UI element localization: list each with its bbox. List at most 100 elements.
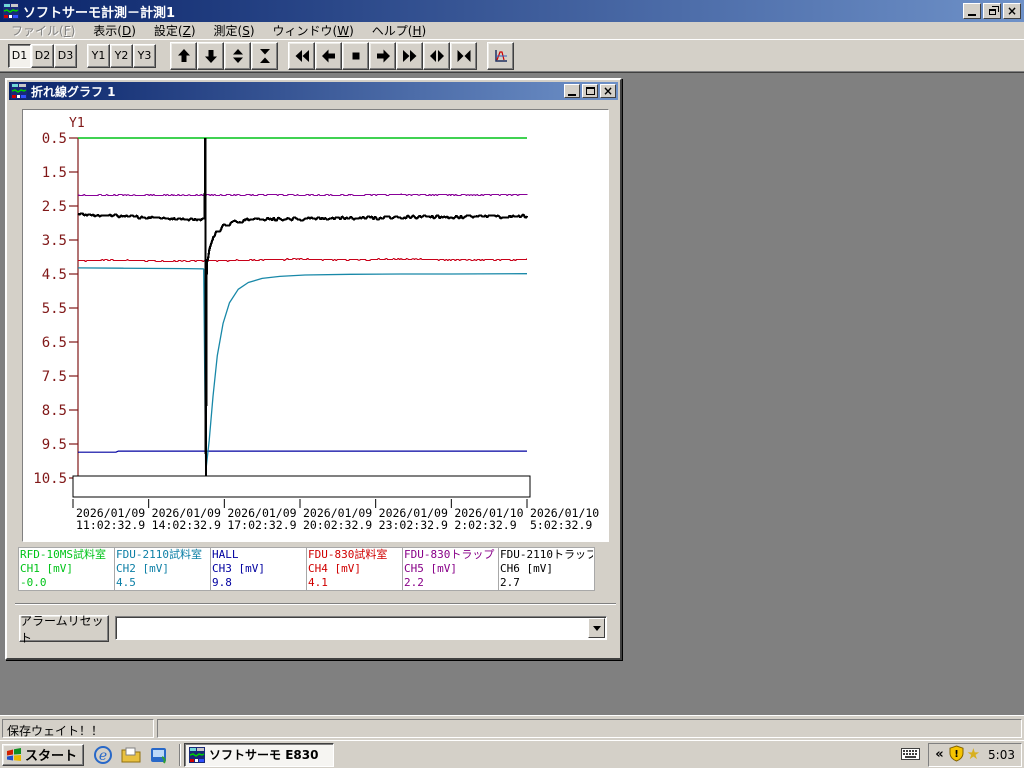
chevron-down-icon [592,625,601,631]
svg-text:20:02:32.9: 20:02:32.9 [303,518,372,532]
legend-cell: FDU-2110トラップ CH6 [mV] 2.7 [498,547,595,591]
chart-svg: Y10.51.52.53.54.55.56.57.58.59.510.52026… [33,116,599,532]
toolbar: D1 D2 D3 Y1 Y2 Y3 [0,40,1024,72]
main-window-title: ソフトサーモ計測－計測1 [23,5,176,21]
scroll-up-button[interactable] [170,41,197,70]
menu-z[interactable]: 設定(Z) [145,21,205,40]
axis-y2-button[interactable]: Y2 [110,43,133,68]
graph-window-icon [11,83,27,99]
compress-horizontal-button[interactable] [450,41,477,70]
chart-panel: Y1 0.5 1.5 2.5 3.5 4.5 5.5 6.5 7.5 8.5 9.5 10.5 2026… [22,109,609,542]
legend-channel-unit: CH6 [mV] [500,562,553,575]
scroll-down-button[interactable] [197,41,224,70]
task-button-softthermo[interactable]: ソフトサーモ E830 [184,742,335,767]
axis-y1-button[interactable]: Y1 [87,43,110,68]
legend-channel-unit: CH2 [mV] [116,562,169,575]
combobox-dropdown-button[interactable] [588,618,605,638]
graph-window: 折れ線グラフ 1 × Y1 0.5 1.5 2.5 3.5 4.5 5.5 6.5 7.5 8.5… [5,78,622,660]
graph-close-button[interactable]: × [600,84,616,98]
system-tray: « ! ★ 5:03 [901,742,1022,767]
legend-channel-unit: CH3 [mV] [212,562,265,575]
star-icon[interactable]: ★ [967,747,980,762]
svg-text:10.5: 10.5 [33,471,67,487]
keyboard-language-icon[interactable] [901,746,921,763]
svg-text:17:02:32.9: 17:02:32.9 [227,518,296,532]
main-title-bar: ソフトサーモ計測－計測1 × [0,0,1024,22]
graph-window-title-bar: 折れ線グラフ 1 × [9,82,618,100]
legend-channel-unit: CH5 [mV] [404,562,457,575]
svg-text:8.5: 8.5 [42,403,67,419]
legend-channel-value: 2.7 [500,576,520,589]
legend-channel-value: 2.2 [404,576,424,589]
data-d3-button[interactable]: D3 [54,43,77,68]
legend-channel-unit: CH1 [mV] [20,562,73,575]
taskbar: スタート e ソフトサーモ E830 « ! ★ 5:03 [0,740,1024,768]
axis-y3-button[interactable]: Y3 [133,43,156,68]
graph-maximize-button[interactable] [582,84,598,98]
graph-window-title: 折れ線グラフ 1 [31,84,116,99]
fast-forward-button[interactable] [396,41,423,70]
task-button-icon [189,746,206,763]
svg-text:5.5: 5.5 [42,301,67,317]
legend-channel-name: FDU-830試料室 [308,548,388,561]
restore-button[interactable] [983,3,1001,19]
legend-cell: HALL CH3 [mV] 9.8 [210,547,307,591]
menu-s[interactable]: 測定(S) [205,21,264,40]
svg-text:23:02:32.9: 23:02:32.9 [379,518,448,532]
legend-channel-value: 9.8 [212,576,232,589]
expand-vertical-button[interactable] [224,41,251,70]
graph-minimize-button[interactable] [564,84,580,98]
graph-settings-button[interactable] [487,41,514,70]
alarm-reset-button[interactable]: アラームリセット [19,614,109,645]
data-d1-button[interactable]: D1 [8,43,31,68]
tray-chevron[interactable]: « [935,747,943,762]
menu-d[interactable]: 表示(D) [84,21,145,40]
taskbar-divider [179,743,182,766]
menu-f[interactable]: ファイル(F) [2,21,84,40]
stop-button[interactable] [342,41,369,70]
svg-text:Y1: Y1 [69,116,85,131]
step-right-button[interactable] [369,41,396,70]
svg-text:11:02:32.9: 11:02:32.9 [76,518,145,532]
close-button[interactable]: × [1003,3,1021,19]
svg-text:0.5: 0.5 [42,131,67,147]
combobox-value [116,617,587,639]
legend-cell: FDU-2110試料室 CH2 [mV] 4.5 [114,547,211,591]
svg-text:e: e [99,748,107,764]
app-icon [3,3,19,19]
svg-text:!: ! [954,749,959,760]
legend-cell: FDU-830試料室 CH4 [mV] 4.1 [306,547,403,591]
tray-panel: « ! ★ 5:03 [928,742,1022,767]
show-desktop-icon[interactable] [120,744,142,766]
legend-table: RFD-10MS試料室 CH1 [mV] -0.0 FDU-2110試料室 CH2 [m… [18,547,595,591]
minimize-button[interactable] [963,3,981,19]
svg-text:9.5: 9.5 [42,437,67,453]
fast-rewind-button[interactable] [288,41,315,70]
menu-w[interactable]: ウィンドウ(W) [264,21,363,40]
legend-channel-unit: CH4 [mV] [308,562,361,575]
svg-text:14:02:32.9: 14:02:32.9 [152,518,221,532]
outlook-express-icon[interactable] [148,744,170,766]
svg-text:2.5: 2.5 [42,199,67,215]
svg-text:5:02:32.9: 5:02:32.9 [530,518,592,532]
legend-cell: FDU-830トラップ CH5 [mV] 2.2 [402,547,499,591]
svg-text:7.5: 7.5 [42,369,67,385]
windows-logo-icon [7,748,21,761]
internet-explorer-icon[interactable]: e [92,744,114,766]
separator [15,603,616,605]
security-shield-icon[interactable]: ! [948,744,965,765]
data-d2-button[interactable]: D2 [31,43,54,68]
status-bar: 保存ウェイト！！ [0,715,1024,740]
menu-bar: ファイル(F) 表示(D) 設定(Z) 測定(S) ウィンドウ(W) ヘルプ(H) [0,22,1024,40]
compress-vertical-button[interactable] [251,41,278,70]
legend-channel-name: FDU-830トラップ [404,548,495,561]
svg-text:1.5: 1.5 [42,165,67,181]
menu-h[interactable]: ヘルプ(H) [363,21,435,40]
alarm-combobox[interactable] [115,616,607,640]
tray-clock: 5:03 [988,747,1015,762]
step-left-button[interactable] [315,41,342,70]
legend-channel-name: FDU-2110トラップ [500,548,593,561]
legend-channel-value: -0.0 [20,576,47,589]
start-button[interactable]: スタート [2,743,85,766]
expand-horizontal-button[interactable] [423,41,450,70]
